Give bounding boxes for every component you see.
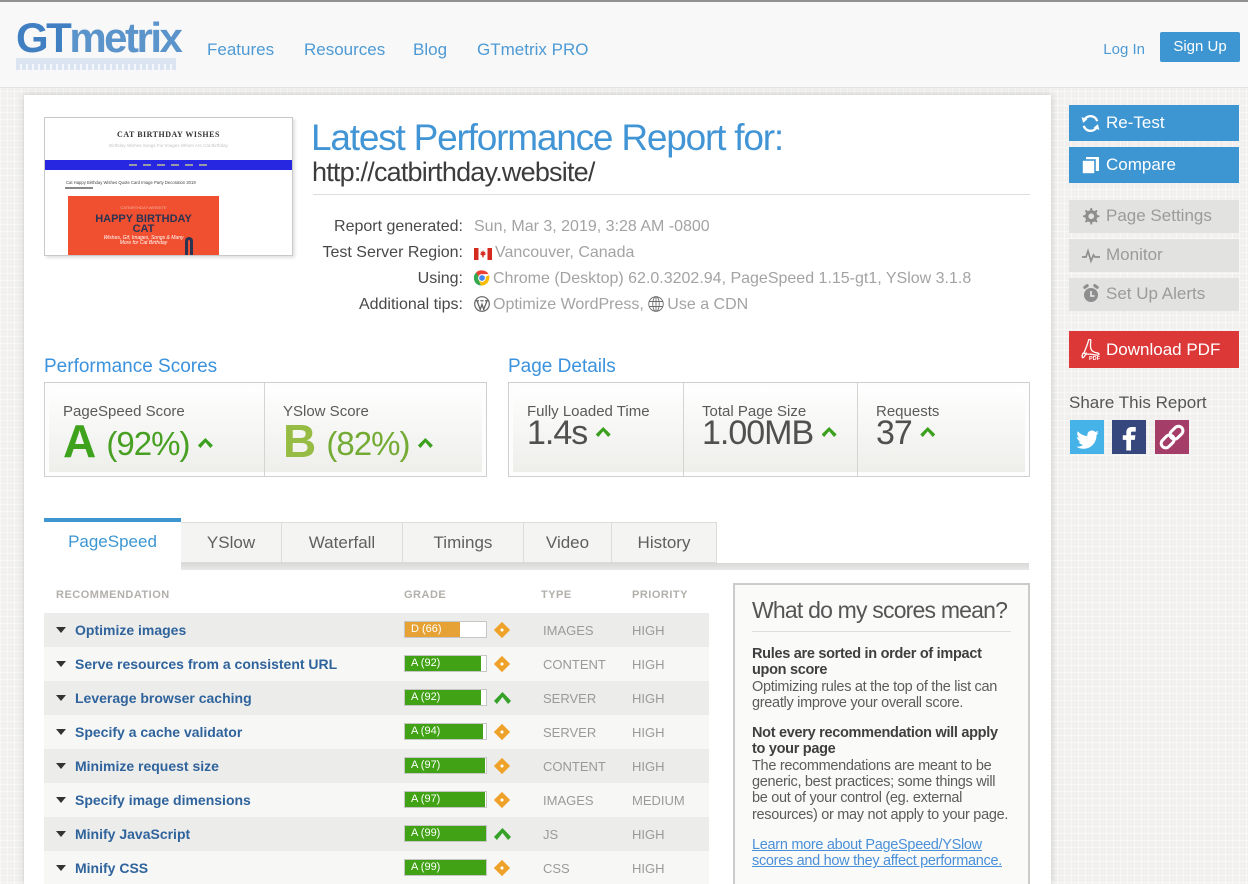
svg-text:PDF: PDF xyxy=(1089,356,1101,361)
